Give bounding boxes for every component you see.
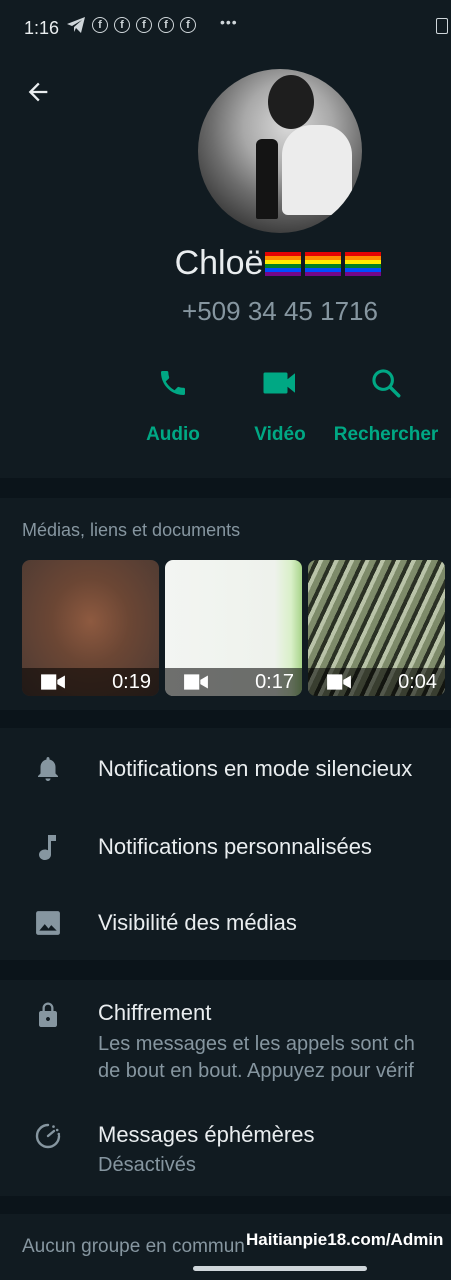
video-duration: 0:04 xyxy=(398,670,437,693)
encryption-description-line-1: Les messages et les appels sont ch xyxy=(98,1033,415,1055)
contact-avatar[interactable] xyxy=(198,69,362,233)
image-icon xyxy=(34,909,62,937)
media-thumbnail[interactable]: 0:04 xyxy=(308,560,445,696)
status-indicator-icon xyxy=(436,18,448,34)
lock-icon xyxy=(34,1001,62,1029)
search-icon xyxy=(372,369,401,398)
audio-label: Audio xyxy=(146,424,200,445)
privacy-settings-section xyxy=(0,980,451,1196)
video-camera-icon xyxy=(184,674,208,690)
no-common-groups-label: Aucun groupe en commun xyxy=(22,1236,245,1257)
video-label: Vidéo xyxy=(254,424,306,445)
media-visibility-item[interactable]: Visibilité des médias xyxy=(98,910,297,936)
encryption-item[interactable]: Chiffrement xyxy=(98,1000,211,1026)
back-arrow-icon[interactable] xyxy=(24,78,52,106)
media-thumbnail[interactable]: 0:19 xyxy=(22,560,159,696)
contact-name-text: Chloë xyxy=(174,244,264,282)
facebook-icon: f xyxy=(114,17,130,33)
video-icon xyxy=(263,372,295,394)
video-duration: 0:17 xyxy=(255,670,294,693)
contact-name: Chloë xyxy=(0,244,451,285)
video-camera-icon xyxy=(327,674,351,690)
ephemeral-messages-status: Désactivés xyxy=(98,1154,196,1176)
silent-notifications-item[interactable]: Notifications en mode silencieux xyxy=(98,756,412,782)
custom-notifications-item[interactable]: Notifications personnalisées xyxy=(98,834,372,860)
music-note-icon xyxy=(34,833,62,861)
video-camera-icon xyxy=(41,674,65,690)
video-call-button[interactable]: Vidéo xyxy=(225,362,335,446)
encryption-description-line-2: de bout en bout. Appuyez pour vérif xyxy=(98,1060,414,1082)
search-button[interactable]: Rechercher xyxy=(331,362,441,446)
contact-phone: +509 34 45 1716 xyxy=(182,296,378,326)
facebook-icon: f xyxy=(180,17,196,33)
rainbow-flags-emoji xyxy=(265,246,385,285)
ephemeral-messages-item[interactable]: Messages éphémères xyxy=(98,1122,314,1148)
status-time: 1:16 xyxy=(24,18,60,38)
facebook-icon: f xyxy=(136,17,152,33)
watermark-text: Haitianpie18.com/Admin xyxy=(246,1230,444,1249)
facebook-icon: f xyxy=(158,17,174,33)
facebook-icon: f xyxy=(92,17,108,33)
notification-icons: f f f f f xyxy=(66,16,196,34)
bell-icon xyxy=(34,755,62,783)
gesture-navigation-bar[interactable] xyxy=(193,1266,367,1271)
media-thumbnail[interactable]: 0:17 xyxy=(165,560,302,696)
timer-icon xyxy=(34,1122,62,1150)
media-section-title[interactable]: Médias, liens et documents xyxy=(22,520,240,541)
phone-icon xyxy=(161,371,185,395)
more-notifications-icon: ••• xyxy=(220,14,238,30)
telegram-icon xyxy=(67,17,85,33)
audio-call-button[interactable]: Audio xyxy=(118,362,228,446)
search-label: Rechercher xyxy=(333,424,439,445)
video-duration: 0:19 xyxy=(112,670,151,693)
